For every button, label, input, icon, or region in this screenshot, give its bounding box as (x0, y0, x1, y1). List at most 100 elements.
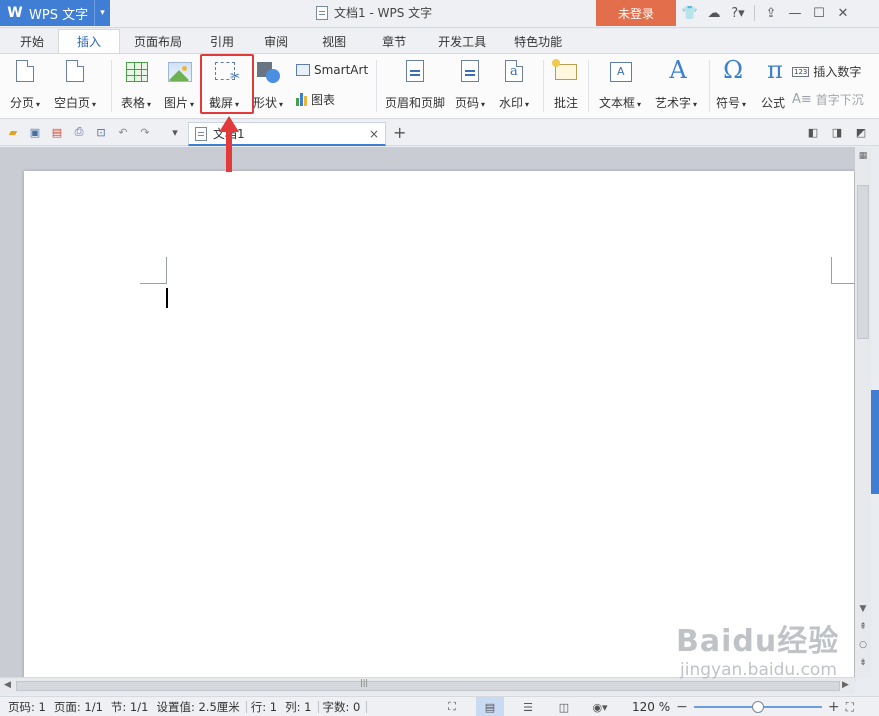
zoom-level[interactable]: 120 % (632, 700, 670, 714)
previous-page-icon[interactable]: ⇞ (857, 621, 869, 633)
ruler-toggle-icon[interactable]: ▦ (857, 150, 869, 162)
window-title: 文档1 - WPS 文字 (316, 4, 432, 21)
document-icon (316, 5, 328, 20)
formula-button[interactable]: π 公式 (760, 56, 786, 111)
tab-insert[interactable]: 插入 (58, 29, 121, 53)
chart-button[interactable]: 图表 (296, 91, 335, 108)
window-title-text: 文档1 - WPS 文字 (334, 6, 433, 20)
divider (588, 60, 589, 112)
zoom-slider-knob[interactable] (751, 701, 764, 713)
scroll-down-icon[interactable]: ▼ (857, 603, 869, 615)
feedback-icon[interactable]: ☁ (702, 0, 726, 26)
header-footer-button[interactable]: 页眉和页脚 (385, 58, 445, 111)
number-icon: 123 (792, 66, 810, 77)
zoom-out-icon[interactable]: − (676, 699, 688, 715)
print-preview-icon[interactable]: ⊡ (94, 125, 108, 139)
open-folder-icon[interactable]: ▰ (6, 125, 20, 139)
omega-icon: Ω (723, 56, 743, 84)
word-art-icon: A (669, 56, 687, 84)
text-cursor (166, 288, 168, 308)
new-tab-button[interactable]: + (393, 123, 406, 142)
page-view-icon[interactable]: ▤ (476, 697, 504, 716)
document-icon (195, 126, 207, 141)
protect-eye-icon[interactable]: ◉▾ (592, 699, 608, 715)
symbol-label: 符号 (716, 96, 741, 110)
web-view-icon[interactable]: ◫ (556, 699, 572, 715)
word-art-button[interactable]: A 艺术字 ▾ (655, 56, 697, 111)
table-button[interactable]: 表格 ▾ (121, 58, 151, 111)
header-footer-icon (402, 58, 428, 86)
print-icon[interactable]: ⎙ (72, 125, 86, 139)
comment-button[interactable]: 批注 (552, 58, 579, 111)
smartart-label: SmartArt (314, 63, 369, 77)
blank-page-icon (62, 58, 88, 86)
margin-mark-left (140, 257, 167, 284)
header-footer-label: 页眉和页脚 (385, 96, 446, 110)
screenshot-highlight-box (200, 54, 254, 114)
restore-ribbon-icon[interactable]: ⇪ (759, 0, 783, 26)
tab-developer[interactable]: 开发工具 (424, 29, 500, 53)
status-bar: 页码: 1 页面: 1/1 节: 1/1 设置值: 2.5厘米 行: 1 列: … (0, 696, 879, 716)
login-button[interactable]: 未登录 (596, 0, 676, 26)
next-page-icon[interactable]: ⇟ (857, 657, 869, 669)
scroll-left-icon[interactable]: ◀ (4, 680, 11, 690)
fullscreen-icon[interactable]: ◨ (830, 125, 844, 139)
scroll-right-icon[interactable]: ▶ (842, 680, 849, 690)
skin-icon[interactable]: 👕 (678, 0, 702, 26)
window-layout-icon[interactable]: ◩ (854, 125, 868, 139)
chevron-down-icon[interactable]: ▾ (94, 0, 110, 26)
vertical-scroll-thumb[interactable] (857, 185, 869, 339)
drop-cap-label: 首字下沉 (815, 93, 864, 107)
app-menu-button[interactable]: W WPS 文字 ▾ (0, 0, 110, 26)
vertical-scrollbar[interactable]: ▦ ▼ ⇞ ○ ⇟ (855, 147, 871, 677)
save-icon[interactable]: ▣ (28, 125, 42, 139)
document-page[interactable] (24, 171, 855, 681)
chevron-down-icon[interactable]: ▾ (168, 125, 182, 139)
focus-mode-icon[interactable]: ⛶ (444, 699, 460, 715)
page-number-button[interactable]: 页码 ▾ (455, 58, 485, 111)
watermark-button[interactable]: 水印▾ (499, 58, 529, 111)
zoom-slider[interactable] (693, 701, 822, 713)
export-pdf-icon[interactable]: ▤ (50, 125, 64, 139)
undo-icon[interactable]: ↶ (116, 125, 130, 139)
tab-chapter[interactable]: 章节 (364, 29, 424, 53)
text-box-button[interactable]: 文本框▾ (599, 58, 641, 111)
insert-number-button[interactable]: 123 插入数字 (792, 63, 861, 80)
watermark-brand: Baidu经验 (676, 624, 840, 659)
help-icon[interactable]: ?▾ (726, 0, 750, 26)
fit-window-icon[interactable]: ⛶ (846, 700, 854, 715)
shape-label: 形状 (253, 96, 278, 110)
table-icon (123, 58, 149, 86)
side-panel-handle[interactable] (871, 390, 879, 494)
smartart-button[interactable]: SmartArt (296, 63, 368, 77)
shape-button[interactable]: 形状 ▾ (253, 58, 283, 111)
close-tab-icon[interactable]: × (369, 127, 379, 141)
status-word-count[interactable]: 字数: 0 (323, 699, 361, 715)
watermark-icon (501, 58, 527, 86)
minimize-icon[interactable]: — (783, 0, 807, 26)
tab-references[interactable]: 引用 (196, 29, 248, 53)
view-mode-icon[interactable]: ◧ (806, 125, 820, 139)
tab-page-layout[interactable]: 页面布局 (120, 29, 196, 53)
zoom-in-icon[interactable]: + (828, 699, 840, 715)
page-break-button[interactable]: 分页 ▾ (10, 58, 40, 111)
ribbon-tabs: 开始 插入 页面布局 引用 审阅 视图 章节 开发工具 特色功能 (0, 29, 879, 53)
redo-icon[interactable]: ↷ (138, 125, 152, 139)
tab-special[interactable]: 特色功能 (500, 29, 576, 53)
horizontal-scroll-thumb[interactable] (16, 681, 840, 691)
blank-page-button[interactable]: 空白页 ▾ (54, 58, 96, 111)
tab-view[interactable]: 视图 (304, 29, 364, 53)
chart-icon (296, 93, 307, 106)
comment-icon (552, 58, 579, 86)
close-icon[interactable]: ✕ (831, 0, 855, 26)
watermark-label: 水印 (499, 96, 524, 110)
maximize-icon[interactable]: ☐ (807, 0, 831, 26)
divider (111, 60, 112, 112)
browse-object-icon[interactable]: ○ (857, 639, 869, 651)
tab-review[interactable]: 审阅 (248, 29, 304, 53)
outline-view-icon[interactable]: ☰ (520, 699, 536, 715)
symbol-button[interactable]: Ω 符号 ▾ (716, 56, 746, 111)
tab-home[interactable]: 开始 (0, 29, 58, 53)
picture-button[interactable]: 图片 ▾ (164, 58, 194, 111)
drop-cap-button[interactable]: A≡ 首字下沉 (792, 91, 864, 108)
